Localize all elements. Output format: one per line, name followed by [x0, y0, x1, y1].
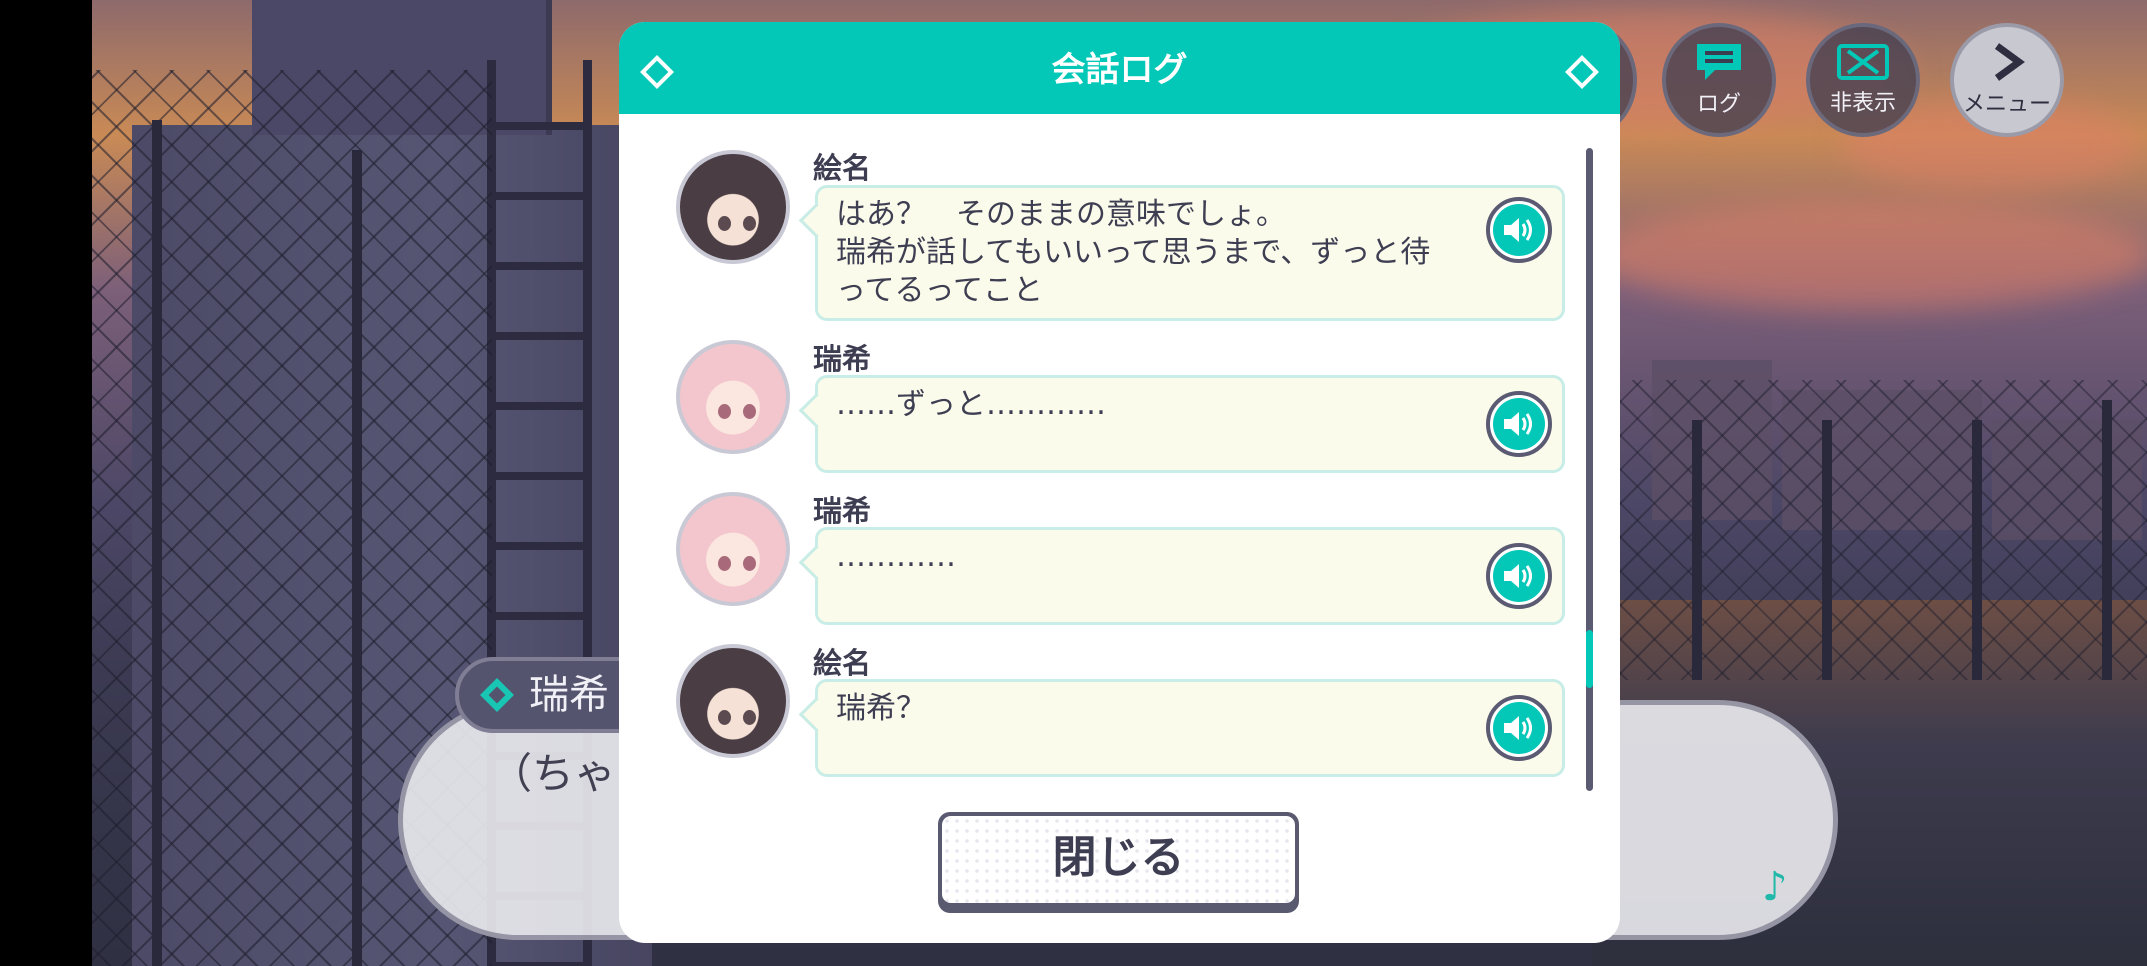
- diamond-icon: [480, 678, 514, 712]
- dialogue-speaker-name: 瑞希: [529, 672, 609, 718]
- speaker-icon: [1504, 218, 1532, 242]
- close-button-label: 閉じる: [942, 816, 1295, 903]
- conversation-log-dialog: 会話ログ: [619, 22, 1620, 943]
- log-button-label: ログ: [1696, 92, 1741, 117]
- avatar-mizuki: [676, 492, 790, 606]
- log-speaker-name: 絵名: [813, 646, 872, 680]
- log-message-text: 瑞希？: [836, 691, 926, 726]
- speaker-icon: [1504, 412, 1532, 436]
- diamond-icon: [640, 55, 674, 89]
- voice-play-button[interactable]: [1486, 197, 1552, 263]
- speaker-icon: [1504, 564, 1532, 588]
- avatar-ena: [676, 644, 790, 758]
- scrollbar-track[interactable]: [1586, 148, 1593, 791]
- voice-play-button[interactable]: [1486, 695, 1552, 761]
- close-button[interactable]: 閉じる: [938, 812, 1299, 913]
- hide-button[interactable]: 非表示: [1806, 23, 1920, 137]
- log-message-text: …………: [836, 539, 956, 574]
- speaker-icon: [1504, 716, 1532, 740]
- avatar-mizuki: [676, 340, 790, 454]
- avatar-ena: [676, 150, 790, 264]
- dialog-title: 会話ログ: [1051, 50, 1188, 90]
- log-button[interactable]: ログ: [1662, 23, 1776, 137]
- diamond-icon: [1565, 55, 1599, 89]
- scrollbar-thumb[interactable]: [1586, 630, 1593, 688]
- log-speaker-name: 瑞希: [813, 494, 872, 528]
- dialog-header: 会話ログ: [619, 22, 1620, 114]
- log-icon: [1697, 44, 1741, 80]
- menu-button[interactable]: メニュー: [1950, 23, 2064, 137]
- log-message-text: はあ？ そのままの意味でしょ。 瑞希が話してもいいって思うまで、ずっと待 ってる…: [836, 197, 1431, 308]
- log-message-bubble: ……ずっと…………: [815, 375, 1565, 473]
- hide-button-label: 非表示: [1829, 91, 1896, 116]
- log-speaker-name: 瑞希: [813, 342, 872, 376]
- log-message-bubble: はあ？ そのままの意味でしょ。 瑞希が話してもいいって思うまで、ずっと待 ってる…: [815, 185, 1565, 321]
- hide-icon: [1837, 44, 1889, 80]
- voice-play-button[interactable]: [1486, 391, 1552, 457]
- music-note-icon: ♪: [1762, 864, 1788, 910]
- log-message-bubble: 瑞希？: [815, 679, 1565, 777]
- menu-button-label: メニュー: [1962, 92, 2051, 117]
- log-message-text: ……ずっと…………: [836, 387, 1106, 422]
- log-speaker-name: 絵名: [813, 151, 872, 185]
- log-message-bubble: …………: [815, 527, 1565, 625]
- voice-play-button[interactable]: [1486, 543, 1552, 609]
- chevron-right-icon: [1994, 43, 2025, 81]
